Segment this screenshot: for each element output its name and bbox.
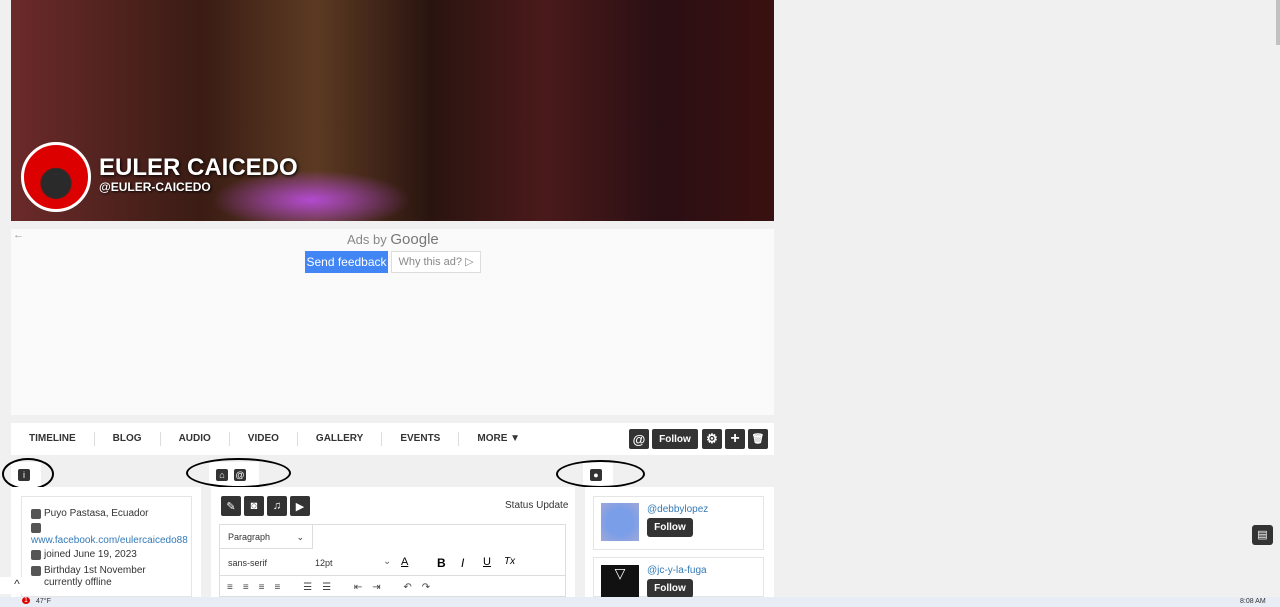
annotation-circle bbox=[2, 458, 54, 490]
annotation-circle bbox=[186, 458, 291, 488]
chat-icon[interactable]: ▤ bbox=[1252, 525, 1273, 545]
align-toolbar[interactable]: ≡≡≡≡ ☰☰ ⇤⇥ ↶↷ bbox=[219, 575, 566, 599]
nav-video[interactable]: VIDEO bbox=[230, 432, 298, 446]
birthday-text: Birthday 1st November bbox=[44, 565, 146, 576]
scroll-up-button[interactable]: ^ bbox=[0, 577, 34, 594]
birthday-icon bbox=[31, 565, 41, 576]
annotation-circle bbox=[556, 460, 645, 488]
trash-icon[interactable]: 🗑 bbox=[748, 429, 768, 449]
nav-events[interactable]: EVENTS bbox=[382, 432, 460, 446]
italic-button[interactable]: I bbox=[461, 556, 464, 570]
follow-button[interactable]: Follow bbox=[652, 429, 698, 449]
ads-by-google: Ads by Google bbox=[347, 231, 439, 248]
calendar-icon bbox=[31, 549, 41, 560]
location-icon bbox=[31, 508, 41, 519]
suggestion-follow-button[interactable]: Follow bbox=[647, 579, 693, 598]
gear-icon[interactable]: ⚙ bbox=[702, 429, 722, 449]
font-family-select[interactable]: sans-serif bbox=[228, 558, 267, 568]
avatar[interactable] bbox=[21, 142, 91, 212]
info-location: Puyo Pastasa, Ecuador bbox=[31, 508, 149, 519]
weather-temp[interactable]: 47°F bbox=[36, 598, 51, 605]
add-icon[interactable]: + bbox=[725, 429, 745, 449]
info-status: currently offline bbox=[44, 577, 112, 588]
joined-text: joined June 19, 2023 bbox=[44, 549, 137, 560]
camera-icon[interactable]: ◙ bbox=[244, 496, 264, 516]
profile-name: EULER CAICEDO bbox=[99, 154, 298, 181]
website-icon bbox=[31, 523, 41, 533]
info-birthday: Birthday 1st November bbox=[31, 565, 146, 576]
clock[interactable]: 8:08 AM bbox=[1240, 598, 1266, 605]
pencil-icon[interactable]: ✎ bbox=[221, 496, 241, 516]
location-text: Puyo Pastasa, Ecuador bbox=[44, 508, 149, 519]
suggestion-handle[interactable]: @jc-y-la-fuga bbox=[647, 565, 707, 576]
scrollbar[interactable] bbox=[1276, 0, 1280, 45]
nav-blog[interactable]: BLOG bbox=[95, 432, 161, 446]
nav-more[interactable]: MORE ▼ bbox=[459, 432, 538, 446]
nav-gallery[interactable]: GALLERY bbox=[298, 432, 383, 446]
google-label: Google bbox=[390, 231, 439, 248]
suggestion-handle[interactable]: @debbylopez bbox=[647, 504, 708, 515]
underline-button[interactable]: U bbox=[483, 556, 491, 568]
block-format-select[interactable]: Paragraph ⌄ bbox=[219, 524, 313, 549]
ad-back-arrow-icon[interactable]: ← bbox=[13, 229, 24, 241]
ads-by-label: Ads by bbox=[347, 232, 387, 247]
suggestion-follow-button[interactable]: Follow bbox=[647, 518, 693, 537]
music-icon[interactable]: ♫ bbox=[267, 496, 287, 516]
website-link[interactable]: www.facebook.com/eulercaicedo88 bbox=[31, 535, 188, 546]
send-feedback-button[interactable]: Send feedback bbox=[305, 251, 388, 273]
clear-format-button[interactable]: Tx bbox=[504, 556, 515, 567]
why-this-ad-button[interactable]: Why this ad? ▷ bbox=[391, 251, 481, 273]
user-avatar[interactable] bbox=[601, 503, 639, 541]
taskbar: 1 47°F 8:08 AM bbox=[0, 597, 1280, 607]
weather-badge: 1 bbox=[22, 597, 30, 604]
status-update-label: Status Update bbox=[505, 500, 569, 511]
profile-handle: @EULER-CAICEDO bbox=[99, 180, 211, 194]
video-icon[interactable]: ▶ bbox=[290, 496, 310, 516]
user-avatar[interactable]: ▽ bbox=[601, 565, 639, 597]
block-format-value: Paragraph bbox=[228, 532, 271, 542]
mention-button[interactable]: @ bbox=[629, 429, 649, 449]
nav-audio[interactable]: AUDIO bbox=[161, 432, 230, 446]
chevron-down-icon: ⌄ bbox=[383, 556, 392, 567]
info-joined: joined June 19, 2023 bbox=[31, 549, 137, 560]
nav-timeline[interactable]: TIMELINE bbox=[11, 432, 95, 446]
bold-button[interactable]: B bbox=[437, 556, 446, 570]
font-size-select[interactable]: 12pt bbox=[315, 558, 333, 568]
text-color-button[interactable]: A bbox=[401, 556, 408, 568]
